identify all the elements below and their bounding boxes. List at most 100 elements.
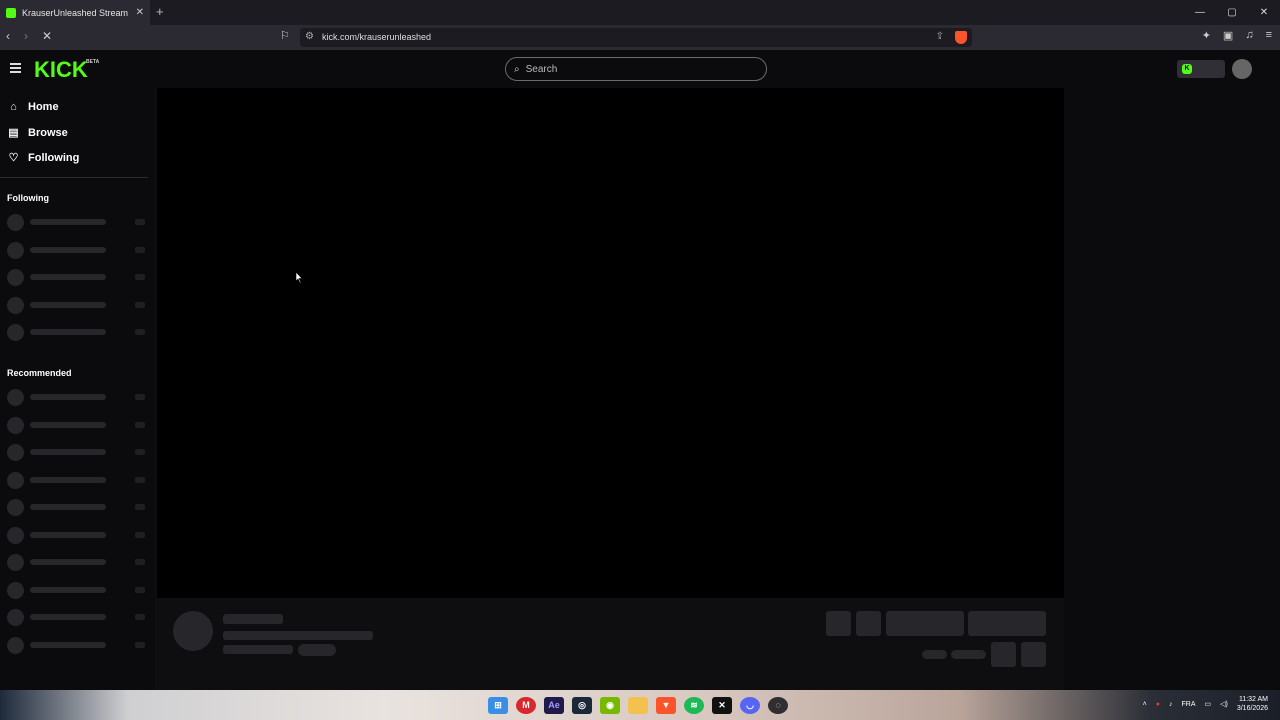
skeleton-bar — [30, 219, 106, 225]
channel-skeleton-row — [7, 553, 147, 571]
channel-skeleton-row — [7, 471, 147, 489]
viewer-count-skeleton — [922, 650, 947, 659]
file-explorer-icon[interactable] — [628, 697, 648, 714]
windows-start-icon[interactable]: ⊞ — [488, 697, 508, 714]
follow-button-skeleton — [886, 611, 964, 636]
hamburger-menu-icon[interactable] — [10, 63, 21, 73]
bookmark-icon[interactable]: ⚐ — [280, 29, 290, 42]
wallet-icon[interactable]: ▣ — [1223, 29, 1233, 42]
action-button-skeleton — [826, 611, 851, 636]
sidebar-item-label: Following — [28, 151, 80, 164]
skeleton-bar — [30, 301, 106, 308]
skeleton-avatar — [7, 241, 24, 259]
sidebar-item-browse[interactable]: ▤ Browse — [8, 126, 68, 140]
language-indicator[interactable]: FRA — [1182, 701, 1196, 708]
mega-icon[interactable]: M — [516, 697, 536, 714]
mic-icon[interactable]: ♪ — [1169, 701, 1173, 708]
skeleton-bar — [30, 504, 106, 510]
share-button-skeleton — [991, 642, 1016, 667]
mega-tray-icon[interactable]: ● — [1156, 701, 1160, 708]
channel-skeleton-row — [7, 416, 147, 434]
channel-skeleton-row — [7, 296, 147, 314]
channel-skeleton-row — [7, 526, 147, 544]
close-tab-icon[interactable]: ✕ — [136, 7, 144, 18]
channel-skeleton-row — [7, 608, 147, 626]
clock-date: 3/16/2026 — [1236, 705, 1268, 712]
spotify-icon[interactable]: ≋ — [684, 697, 704, 714]
kick-logo[interactable]: KICK — [34, 57, 88, 83]
url-text[interactable]: kick.com/krauserunleashed — [322, 32, 431, 42]
video-player[interactable] — [157, 88, 1064, 598]
channel-skeleton-row — [7, 636, 147, 654]
user-avatar[interactable] — [1232, 59, 1252, 79]
brave-icon[interactable]: ▼ — [656, 697, 676, 714]
sidebar-item-label: Browse — [28, 126, 68, 139]
skeleton-bar — [30, 421, 106, 428]
channel-name-skeleton — [223, 614, 283, 624]
skeleton-bar — [30, 246, 106, 253]
channel-skeleton-row — [7, 443, 147, 461]
uptime-skeleton — [951, 650, 986, 659]
heart-icon: ♡ — [8, 152, 19, 164]
skeleton-count — [135, 476, 145, 483]
site-info-icon[interactable]: ⚙ — [305, 31, 314, 42]
clock[interactable]: 11:32 AM 3/16/2026 — [1237, 695, 1268, 713]
skeleton-avatar — [7, 581, 24, 599]
search-input[interactable] — [525, 63, 726, 75]
obs-icon[interactable]: ◌ — [768, 697, 788, 714]
after-effects-icon[interactable]: Ae — [544, 697, 564, 714]
skeleton-bar — [30, 531, 106, 538]
skeleton-bar — [30, 476, 106, 483]
address-bar[interactable]: ⚙ kick.com/krauserunleashed ⇪ — [300, 28, 972, 47]
window-controls: — ▢ ✕ — [1184, 0, 1280, 25]
maximize-button[interactable]: ▢ — [1216, 0, 1248, 25]
skeleton-bar — [30, 559, 106, 565]
search-box[interactable]: ⌕ — [505, 57, 767, 81]
stop-loading-icon[interactable]: ✕ — [42, 29, 52, 43]
skeleton-avatar — [7, 416, 24, 434]
nvidia-icon[interactable]: ◉ — [600, 697, 620, 714]
steam-icon[interactable]: ◎ — [572, 697, 592, 714]
skeleton-count — [135, 641, 145, 648]
minimize-button[interactable]: — — [1184, 0, 1216, 25]
search-icon: ⌕ — [514, 63, 520, 75]
browser-tab[interactable]: KrauserUnleashed Stream - Wat... ✕ — [0, 0, 150, 25]
menu-icon[interactable]: ≡ — [1266, 29, 1272, 42]
kick-wallet-button[interactable]: K — [1177, 60, 1225, 78]
main-content — [155, 88, 1280, 690]
sidebar-item-home[interactable]: ⌂ Home — [8, 101, 58, 113]
kick-favicon-icon — [6, 7, 16, 18]
skeleton-count — [135, 586, 145, 593]
beta-badge: BETA — [86, 59, 100, 65]
channel-skeleton-row — [7, 323, 147, 341]
back-icon[interactable]: ‹ — [6, 29, 10, 43]
skeleton-avatar — [7, 554, 24, 571]
skeleton-count — [135, 329, 145, 335]
more-button-skeleton — [1021, 642, 1046, 667]
network-icon[interactable]: ▭ — [1205, 700, 1212, 708]
volume-icon[interactable]: ◁) — [1220, 700, 1228, 708]
skeleton-count — [135, 219, 145, 225]
clock-time: 11:32 AM — [1238, 696, 1268, 703]
skeleton-bar — [30, 449, 106, 455]
sidebar-item-following[interactable]: ♡ Following — [8, 151, 80, 165]
channel-avatar-skeleton — [173, 611, 213, 651]
discord-icon[interactable]: ◡ — [740, 697, 760, 714]
capcut-icon[interactable]: ✕ — [712, 697, 732, 714]
divider — [0, 177, 148, 178]
channel-skeleton-row — [7, 388, 147, 406]
brave-shields-icon[interactable] — [955, 31, 967, 44]
skeleton-avatar — [7, 296, 24, 314]
media-icon[interactable]: ♫ — [1245, 29, 1253, 42]
channel-skeleton-row — [7, 268, 147, 286]
extensions-icon[interactable]: ✦ — [1202, 29, 1211, 42]
channel-skeleton-row — [7, 213, 147, 231]
channel-skeleton-row — [7, 241, 147, 259]
chevron-up-icon[interactable]: ˄ — [1143, 701, 1147, 708]
close-window-button[interactable]: ✕ — [1248, 0, 1280, 25]
share-icon[interactable]: ⇪ — [936, 31, 944, 42]
skeleton-count — [135, 559, 145, 565]
skeleton-avatar — [7, 324, 24, 341]
new-tab-button[interactable]: + — [156, 4, 164, 19]
forward-icon[interactable]: › — [24, 29, 28, 43]
